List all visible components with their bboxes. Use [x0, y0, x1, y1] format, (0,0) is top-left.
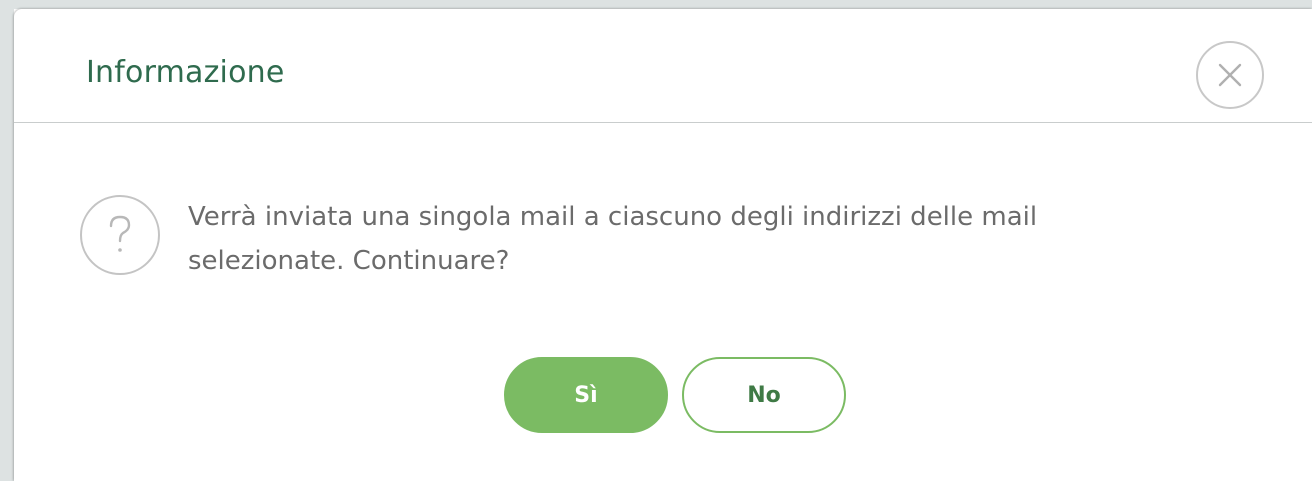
dialog-message: Verrà inviata una singola mail a ciascun… [188, 195, 1248, 283]
backdrop [0, 0, 14, 481]
dialog-title: Informazione [86, 55, 285, 90]
information-dialog: Informazione Verrà inviata una singola m… [14, 9, 1312, 481]
backdrop-top [0, 0, 1312, 9]
dialog-header: Informazione [14, 9, 1312, 123]
close-icon [1218, 63, 1242, 87]
message-line-1: Verrà inviata una singola mail a ciascun… [188, 202, 1038, 232]
close-button[interactable] [1196, 41, 1264, 109]
no-button[interactable]: No [682, 357, 846, 433]
yes-button[interactable]: Sì [504, 357, 668, 433]
message-line-2: selezionate. Continuare? [188, 246, 510, 276]
question-icon [80, 195, 160, 275]
